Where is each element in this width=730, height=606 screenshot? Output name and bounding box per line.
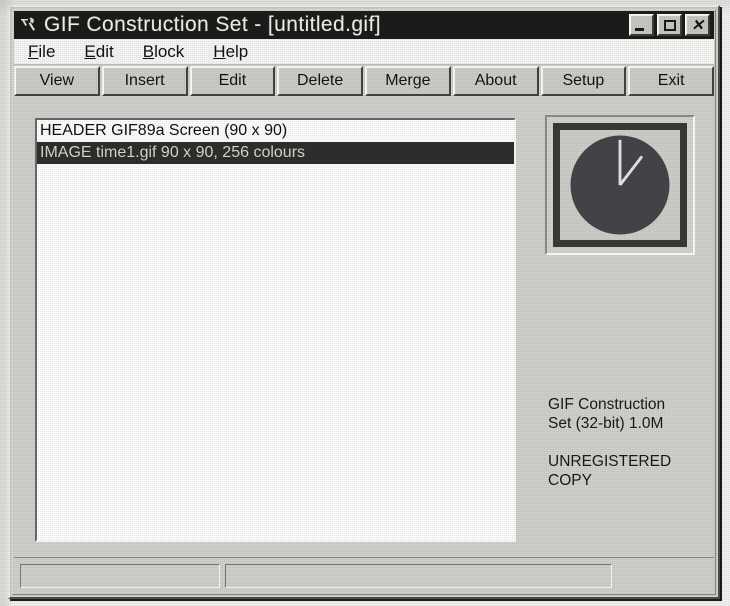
minimize-icon	[635, 28, 644, 31]
toolbar-button-insert[interactable]: Insert	[101, 66, 188, 96]
app-tool-icon	[19, 15, 39, 35]
toolbar-button-exit[interactable]: Exit	[628, 66, 714, 96]
toolbar: View Insert Edit Delete Merge About Setu…	[14, 66, 714, 96]
preview-panel	[545, 115, 695, 255]
maximize-icon	[663, 19, 676, 31]
registration-info: GIF Construction Set (32-bit) 1.0M UNREG…	[548, 395, 724, 490]
title-bar: GIF Construction Set - [untitled.gif] ✕	[14, 11, 714, 39]
toolbar-button-view[interactable]: View	[14, 66, 100, 96]
close-icon: ✕	[691, 16, 704, 34]
scanned-page: GIF Construction Set - [untitled.gif] ✕ …	[0, 0, 730, 606]
application-window: GIF Construction Set - [untitled.gif] ✕ …	[8, 5, 720, 599]
clock-thumbnail	[553, 123, 687, 247]
toolbar-button-delete[interactable]: Delete	[277, 66, 363, 96]
product-name-line1: GIF Construction	[548, 396, 666, 413]
product-name-line2: Set (32-bit) 1.0M	[548, 415, 664, 432]
menu-item-block[interactable]: Block	[143, 42, 185, 62]
toolbar-button-about[interactable]: About	[452, 66, 539, 96]
status-pane-right	[225, 563, 612, 588]
status-pane-left	[20, 563, 220, 588]
registration-status-line2: COPY	[548, 472, 592, 489]
window-controls: ✕	[629, 14, 712, 36]
toolbar-button-setup[interactable]: Setup	[540, 66, 627, 96]
list-item[interactable]: IMAGE time1.gif 90 x 90, 256 colours	[37, 142, 514, 164]
menu-bar: File Edit Block Help	[14, 39, 714, 65]
menu-item-help[interactable]: Help	[213, 42, 248, 62]
close-button[interactable]: ✕	[685, 14, 710, 36]
menu-item-edit[interactable]: Edit	[84, 42, 113, 62]
minimize-button[interactable]	[629, 14, 654, 36]
client-area: HEADER GIF89a Screen (90 x 90) IMAGE tim…	[14, 99, 714, 549]
menu-item-file[interactable]: File	[28, 42, 55, 62]
registration-status-line1: UNREGISTERED	[548, 453, 672, 470]
toolbar-button-edit[interactable]: Edit	[189, 66, 276, 96]
maximize-button[interactable]	[657, 14, 682, 36]
toolbar-button-merge[interactable]: Merge	[365, 66, 451, 96]
list-item[interactable]: HEADER GIF89a Screen (90 x 90)	[37, 120, 514, 142]
status-bar	[14, 557, 714, 593]
window-title: GIF Construction Set - [untitled.gif]	[44, 13, 381, 36]
block-list[interactable]: HEADER GIF89a Screen (90 x 90) IMAGE tim…	[35, 118, 516, 542]
